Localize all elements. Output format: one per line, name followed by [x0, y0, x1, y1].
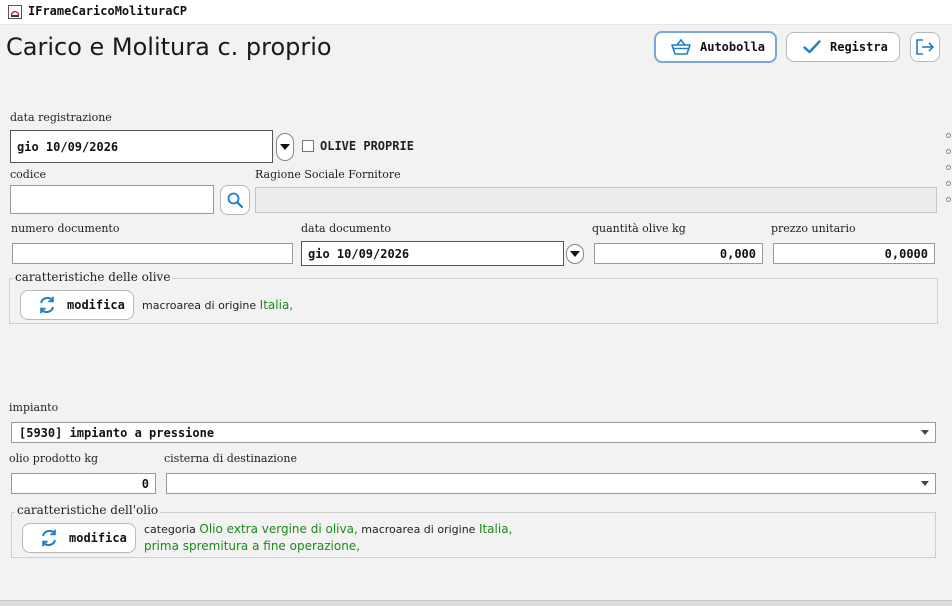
- data-registrazione-field[interactable]: gio 10/09/2026: [10, 130, 273, 163]
- registra-button[interactable]: Registra: [786, 32, 900, 62]
- ragione-sociale-label: Ragione Sociale Fornitore: [255, 168, 401, 181]
- search-icon: [227, 192, 244, 209]
- window-title: IFrameCaricoMolituraCP: [28, 4, 187, 18]
- impianto-chevron-down-icon: [921, 430, 929, 435]
- data-documento-field[interactable]: gio 10/09/2026: [301, 241, 564, 266]
- modifica-olive-label: modifica: [67, 298, 125, 312]
- olive-macroarea-info: macroarea di origine Italia,: [142, 298, 293, 312]
- olio-categoria-label: categoria: [144, 523, 196, 536]
- data-documento-label: data documento: [301, 222, 392, 235]
- ragione-sociale-field: [255, 187, 937, 213]
- edge-resize-marks: [946, 133, 951, 213]
- cisterna-label: cisterna di destinazione: [164, 452, 298, 465]
- olive-proprie-checkbox[interactable]: [302, 140, 314, 152]
- java-app-icon: [8, 5, 22, 19]
- quantita-olive-input[interactable]: 0,000: [594, 243, 763, 264]
- olio-prodotto-input[interactable]: 0: [11, 473, 156, 494]
- refresh-icon: [40, 296, 54, 314]
- basket-icon: [671, 38, 691, 55]
- cisterna-chevron-down-icon: [921, 481, 929, 486]
- prezzo-unitario-input[interactable]: 0,0000: [773, 243, 935, 264]
- window-titlebar: IFrameCaricoMolituraCP: [0, 0, 952, 25]
- search-fornitore-button[interactable]: [220, 185, 250, 215]
- caratteristiche-olive-legend: caratteristiche delle olive: [13, 270, 173, 284]
- data-registrazione-dropdown-button[interactable]: [276, 133, 294, 161]
- modifica-olio-button[interactable]: modifica: [22, 523, 136, 553]
- cisterna-select[interactable]: [166, 473, 936, 494]
- codice-input[interactable]: [10, 185, 214, 214]
- checkmark-icon: [803, 40, 821, 54]
- data-documento-dropdown-button[interactable]: [566, 244, 584, 264]
- autobolla-label: Autobolla: [700, 40, 766, 54]
- registra-label: Registra: [830, 40, 888, 54]
- caratteristiche-olio-legend: caratteristiche dell'olio: [15, 503, 161, 517]
- codice-label: codice: [10, 168, 47, 181]
- olio-spremitura-info: prima spremitura a fine operazione,: [144, 539, 360, 553]
- olio-macroarea-value: Italia,: [478, 522, 513, 536]
- olio-categoria-value: Olio extra vergine di oliva,: [199, 522, 358, 536]
- modifica-olive-button[interactable]: modifica: [20, 290, 134, 320]
- impianto-value: [5930] impianto a pressione: [19, 425, 215, 440]
- numero-documento-label: numero documento: [11, 222, 120, 235]
- olio-prodotto-label: olio prodotto kg: [9, 452, 99, 465]
- olio-categoria-info: categoria Olio extra vergine di oliva, m…: [144, 522, 512, 536]
- data-registrazione-label: data registrazione: [10, 111, 112, 124]
- exit-icon: [916, 39, 935, 55]
- impianto-select[interactable]: [5930] impianto a pressione: [11, 422, 936, 443]
- page-title: Carico e Molitura c. proprio: [6, 33, 332, 61]
- olive-macroarea-value: Italia,: [259, 298, 294, 312]
- exit-button[interactable]: [910, 32, 940, 62]
- olive-macroarea-label: macroarea di origine: [142, 299, 257, 312]
- window-bottom-border: [0, 600, 952, 606]
- prezzo-unitario-label: prezzo unitario: [771, 222, 856, 235]
- numero-documento-input[interactable]: [12, 243, 293, 264]
- modifica-olio-label: modifica: [69, 531, 127, 545]
- refresh-icon: [42, 529, 56, 547]
- olio-macroarea-label: macroarea di origine: [361, 523, 476, 536]
- quantita-olive-label: quantità olive kg: [592, 222, 686, 235]
- olive-proprie-label: OLIVE PROPRIE: [320, 139, 414, 153]
- impianto-label: impianto: [9, 401, 59, 414]
- autobolla-button[interactable]: Autobolla: [654, 31, 777, 63]
- olio-spremitura-value: prima spremitura a fine operazione,: [144, 539, 361, 553]
